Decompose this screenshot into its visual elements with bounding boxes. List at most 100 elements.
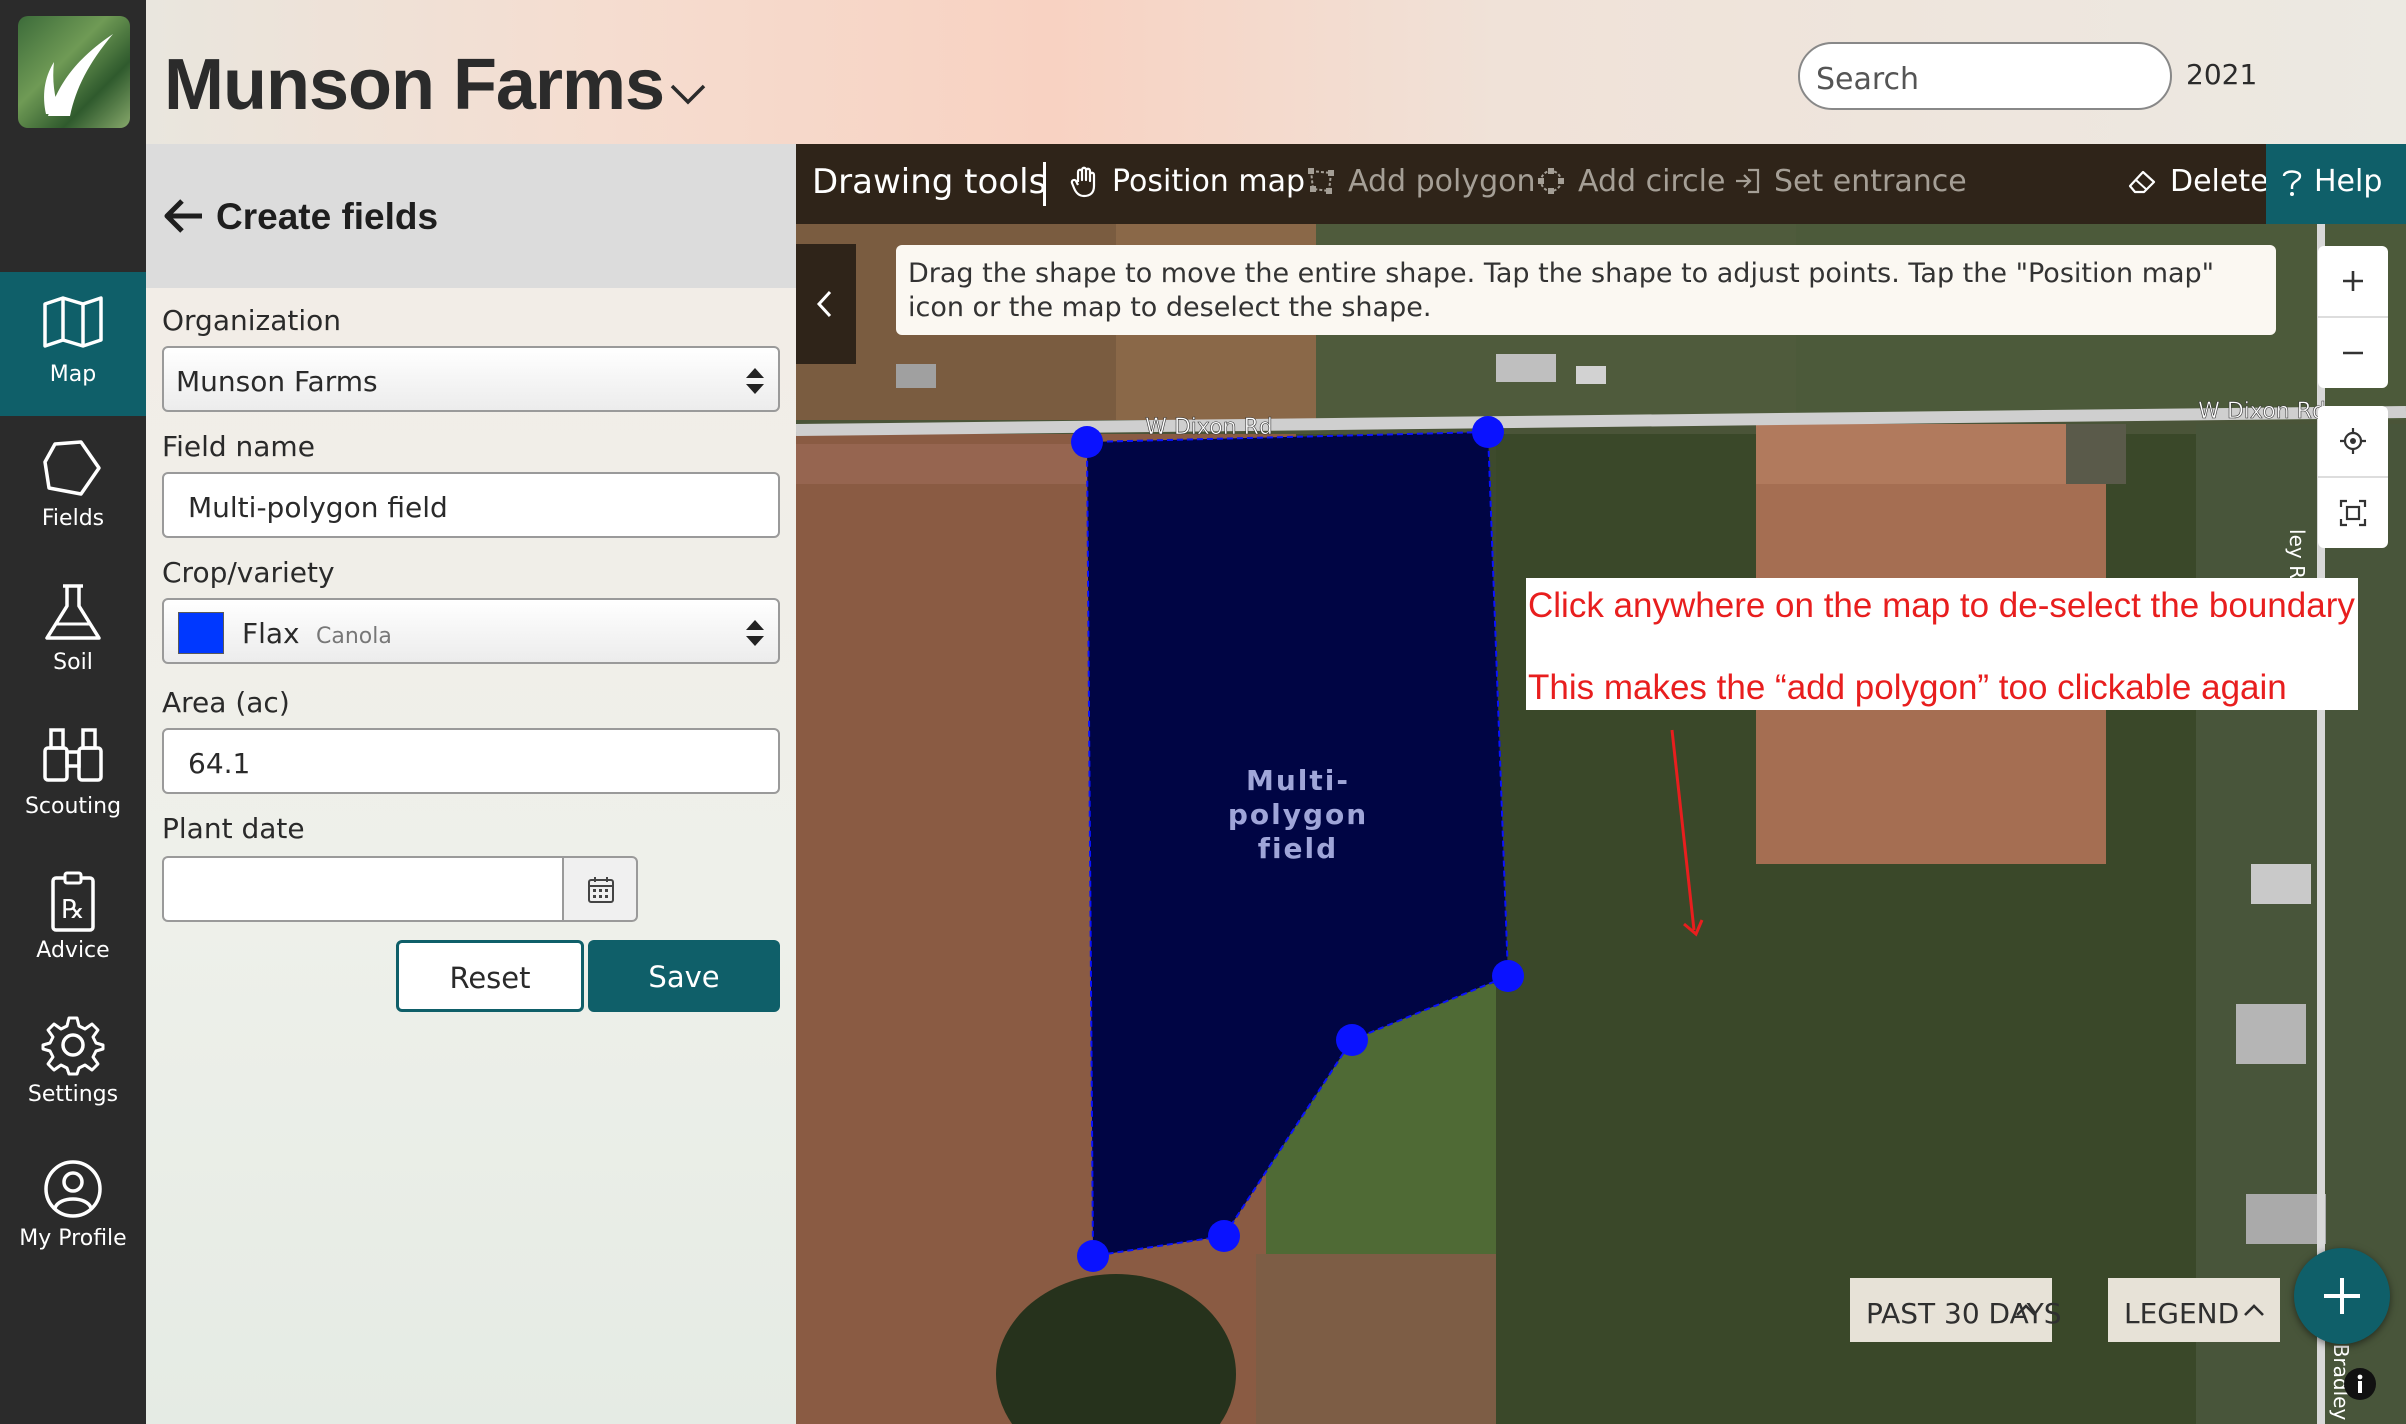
zoom-in-button[interactable] [2318, 246, 2388, 316]
binoculars-icon [43, 728, 103, 782]
area-input[interactable]: 64.1 [162, 728, 780, 794]
gear-icon [41, 1016, 105, 1076]
area-value: 64.1 [188, 747, 251, 780]
nav-label-map: Map [49, 362, 97, 387]
minus-icon [2343, 351, 2363, 355]
crop-variety: Canola [316, 624, 392, 649]
nav-label-advice: Advice [36, 938, 110, 963]
crop-variety-select[interactable]: Flax Canola [162, 598, 780, 664]
nav-item-fields[interactable]: Fields [0, 416, 146, 560]
legend-button[interactable]: LEGEND [2108, 1278, 2280, 1342]
nav-item-soil[interactable]: Soil [0, 560, 146, 704]
plus-icon [2343, 271, 2363, 291]
fields-icon [43, 440, 101, 496]
location-controls [2318, 406, 2388, 548]
entrance-icon [1736, 168, 1760, 194]
position-map-label: Position map [1112, 164, 1305, 199]
nav-label-fields: Fields [41, 506, 105, 531]
delete-label: Delete [2170, 164, 2269, 199]
season-year[interactable]: 2021 [2186, 58, 2257, 91]
nav-item-scouting[interactable]: Scouting [0, 704, 146, 848]
nav-item-map[interactable]: Map [0, 272, 146, 416]
field-name-value: Multi-polygon field [188, 491, 448, 524]
my-location-button[interactable] [2318, 406, 2388, 476]
road-label-bradley-top: ley R [2285, 529, 2309, 579]
panel-title: Create fields [216, 196, 439, 237]
drawing-toolbar: Drawing tools Position map Add polygon A… [796, 144, 2406, 224]
info-icon[interactable] [2342, 1366, 2378, 1402]
plant-date-label: Plant date [162, 812, 305, 845]
hand-icon [1070, 166, 1096, 198]
annotation-line-2: This makes the “add polygon” too clickab… [1528, 668, 2287, 707]
back-arrow-icon[interactable] [162, 196, 206, 236]
organization-value: Munson Farms [176, 365, 378, 398]
flask-icon [45, 584, 101, 640]
create-fields-panel: Create fields Organization Munson Farms … [146, 144, 796, 1424]
fit-bounds-button[interactable] [2318, 478, 2388, 548]
organization-label: Organization [162, 304, 342, 337]
field-name-label: Field name [162, 430, 315, 463]
svg-text:℞: ℞ [61, 895, 84, 925]
chevron-up-icon [2244, 1304, 2264, 1316]
past-30-days-button[interactable]: PAST 30 DAYS [1850, 1278, 2061, 1342]
reset-button[interactable]: Reset [396, 940, 584, 1012]
help-button[interactable]: Help [2266, 144, 2406, 224]
leaf-logo-icon [44, 34, 113, 116]
nav-item-advice[interactable]: ℞ Advice [0, 848, 146, 992]
select-arrows-icon [746, 620, 764, 646]
calendar-icon [588, 877, 614, 903]
organization-title[interactable]: Munson Farms [164, 44, 665, 126]
sidebar-nav: Map Fields Soil Scouting ℞ Advice Settin… [0, 0, 146, 1424]
help-label: Help [2314, 164, 2383, 199]
field-label-line1: Multi- [1246, 764, 1350, 797]
field-label-line3: field [1258, 832, 1338, 865]
map-imagery[interactable]: W Dixon Rd W Dixon Rd ley R Bradley Mult… [796, 144, 2406, 1424]
top-header: Munson Farms Search 2021 [146, 0, 2406, 144]
nav-item-my-profile[interactable]: My Profile [0, 1136, 146, 1280]
chevron-up-icon [2016, 1304, 2036, 1316]
search-input[interactable]: Search [1798, 42, 2172, 110]
add-polygon-label: Add polygon [1348, 164, 1536, 199]
circle-icon [1538, 168, 1564, 194]
legend-label: LEGEND [2124, 1297, 2240, 1330]
annotation-line-1: Click anywhere on the map to de-select t… [1528, 586, 2355, 625]
drawing-hint: Drag the shape to move the entire shape.… [896, 245, 2276, 335]
nav-label-soil: Soil [53, 650, 93, 675]
crop-variety-label: Crop/variety [162, 556, 335, 589]
zoom-controls [2318, 246, 2388, 388]
plus-icon [2324, 1278, 2360, 1314]
set-entrance-label: Set entrance [1774, 164, 1967, 199]
area-label: Area (ac) [162, 686, 290, 719]
prescription-icon: ℞ [51, 871, 95, 932]
add-circle-label: Add circle [1578, 164, 1726, 199]
chevron-down-icon[interactable] [668, 82, 708, 106]
nav-item-settings[interactable]: Settings [0, 992, 146, 1136]
instruction-annotation: Click anywhere on the map to de-select t… [1526, 578, 2358, 710]
zoom-out-button[interactable] [2318, 318, 2388, 388]
map-icon [43, 296, 103, 348]
crop-color-swatch [178, 612, 224, 654]
collapse-panel-button[interactable] [796, 244, 856, 364]
plant-date-input[interactable] [162, 856, 562, 922]
add-fab-button[interactable] [2294, 1248, 2390, 1344]
panel-header: Create fields [146, 144, 796, 288]
road-label-w-dixon-2: W Dixon Rd [2198, 399, 2326, 424]
satellite-map[interactable]: W Dixon Rd W Dixon Rd ley R Bradley Mult… [796, 144, 2406, 1424]
eraser-icon [2128, 170, 2156, 194]
organization-select[interactable]: Munson Farms [162, 346, 780, 412]
field-name-input[interactable]: Multi-polygon field [162, 472, 780, 538]
calendar-button[interactable] [562, 856, 638, 922]
select-arrows-icon [746, 368, 764, 394]
field-label-line2: polygon [1228, 798, 1368, 831]
crop-name: Flax [242, 617, 300, 650]
chevron-left-icon [816, 290, 832, 318]
save-button[interactable]: Save [588, 940, 780, 1012]
crosshair-icon [2340, 428, 2366, 454]
drawing-tools-title: Drawing tools [812, 162, 1047, 202]
polygon-icon [1308, 168, 1334, 194]
nav-label-settings: Settings [27, 1082, 119, 1107]
nav-label-scouting: Scouting [24, 794, 122, 819]
road-label-w-dixon-1: W Dixon Rd [1145, 415, 1273, 440]
user-icon [44, 1160, 102, 1218]
app-logo[interactable] [18, 16, 130, 128]
